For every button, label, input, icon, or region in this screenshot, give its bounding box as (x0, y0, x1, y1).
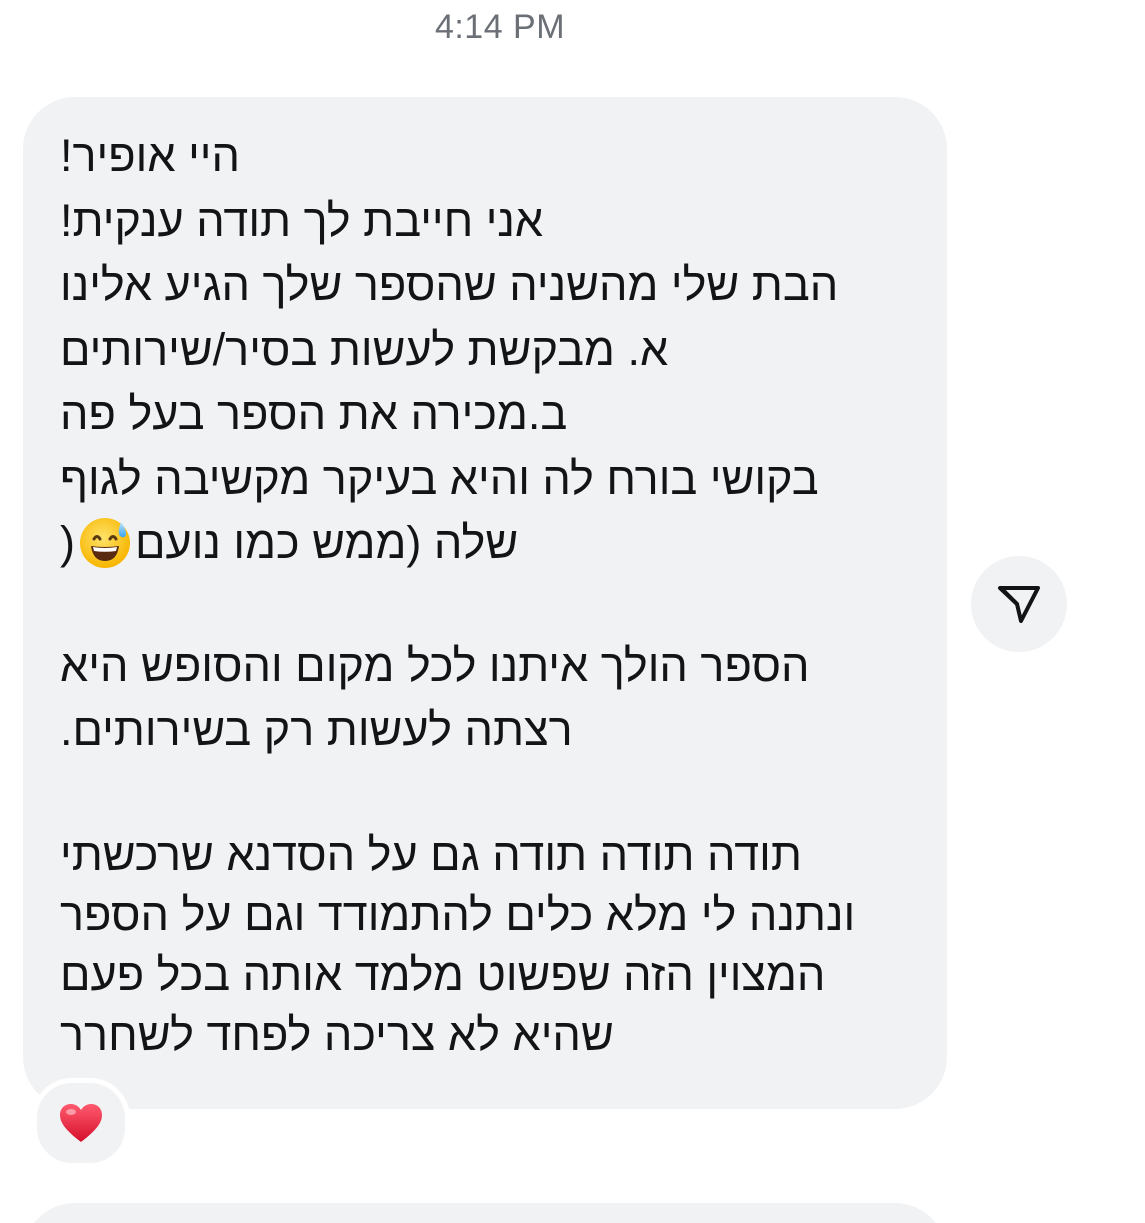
send-icon (998, 586, 1040, 623)
message-line: הבת שלי מהשניה שהספר שלך הגיע אלינו (60, 259, 839, 310)
message-line-text: שלה (ממש כמו נועם (135, 517, 519, 568)
message-line: בקושי בורח לה והיא בעיקר מקשיבה לגוף (60, 452, 819, 504)
chat-screen: 4:14 PM היי אופיר! אני חייבת לך תודה ענק… (0, 0, 1145, 1223)
closing-paren: ) (60, 517, 75, 568)
message-line: שהיא לא צריכה לפחד לשחרר (60, 1008, 614, 1060)
message-line: אני חייבת לך תודה ענקית! (60, 194, 544, 246)
message-text: היי אופיר! אני חייבת לך תודה ענקית! הבת … (60, 124, 920, 1065)
message-line: היי אופיר! (60, 130, 241, 181)
heart-emoji-icon (60, 1104, 102, 1142)
message-line: תודה תודה תודה גם על הסדנא שרכשתי (60, 828, 802, 880)
message-line: ב.מכירה את הספר בעל פה (60, 388, 568, 439)
message-line (60, 576, 920, 634)
grinning-face-with-sweat-emoji-icon (77, 514, 133, 570)
message-line-with-emoji: ) שלה (ממש כמו נועם (60, 511, 920, 576)
message-line: ונתנה לי מלא כלים להתמודד וגם על הספר (60, 888, 856, 940)
message-line: א. מבקשת לעשות בסיר/שירותים (60, 323, 669, 375)
share-button[interactable] (971, 556, 1067, 652)
message-timestamp: 4:14 PM (434, 8, 566, 46)
next-message-bubble[interactable] (23, 1203, 947, 1223)
message-line: הספר הולך איתנו לכל מקום והסופש היא (60, 639, 810, 691)
reaction-badge[interactable] (32, 1078, 130, 1168)
message-line: רצתה לעשות רק בשירותים. (60, 704, 573, 755)
message-line: המצוין הזה שפשוט מלמד אותה בכל פעם (60, 948, 826, 1000)
message-line (60, 763, 920, 825)
